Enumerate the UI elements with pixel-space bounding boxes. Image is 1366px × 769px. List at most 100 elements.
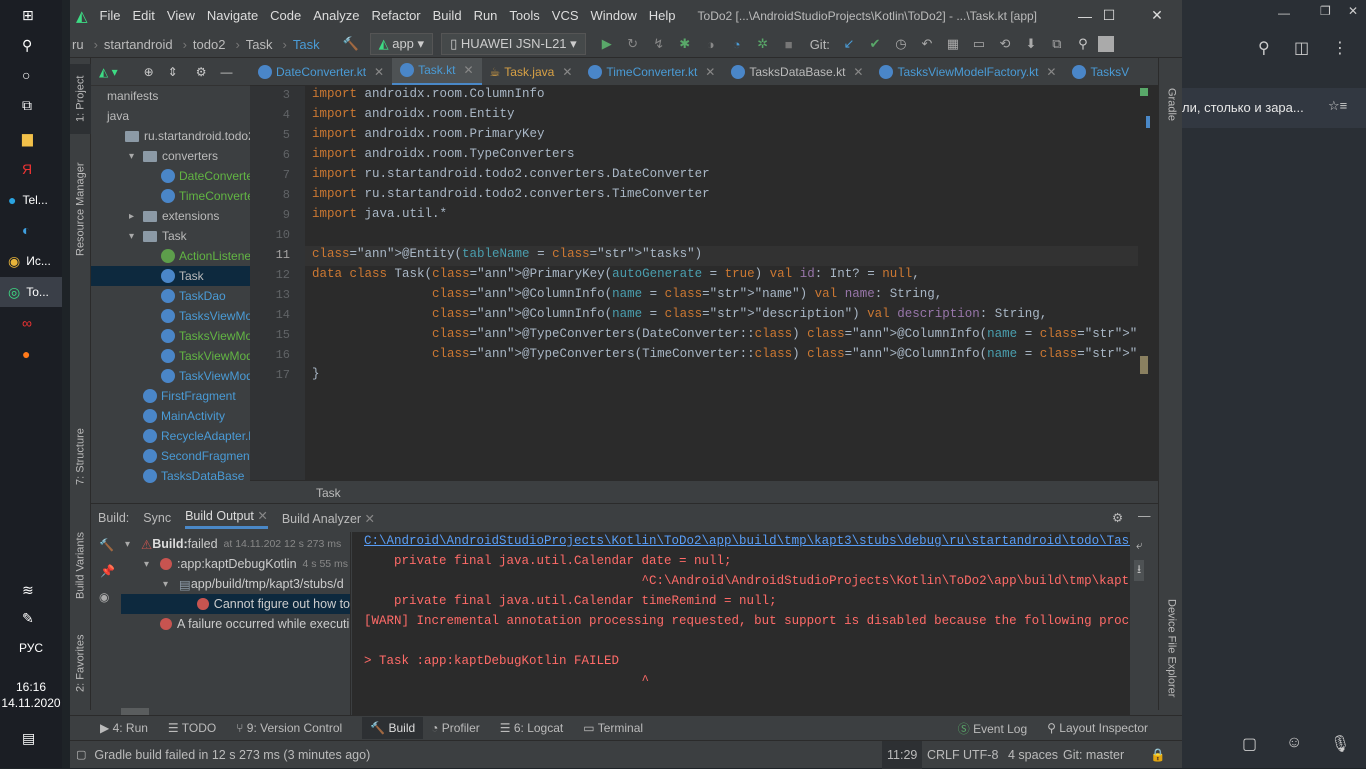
breadcrumb-item[interactable]: Task bbox=[293, 37, 320, 52]
menu-analyze[interactable]: Analyze bbox=[313, 8, 359, 23]
run-config-select[interactable]: ◭ app ▾ bbox=[369, 33, 434, 55]
build-hammer-icon[interactable]: 🔨 bbox=[99, 538, 114, 552]
tab-timeconverter-kt[interactable]: TimeConverter.kt ✕ bbox=[580, 58, 723, 85]
build-tree-item[interactable]: ▾:app:kaptDebugKotlin 4 s 55 ms bbox=[144, 554, 348, 574]
tool-layout-inspector[interactable]: ⚲ Layout Inspector bbox=[1047, 721, 1148, 735]
language-indicator[interactable]: РУС bbox=[0, 641, 62, 655]
close-button[interactable]: ✕ bbox=[1134, 0, 1180, 31]
taskbar-app-androidstudio[interactable]: ◎ To... bbox=[0, 277, 62, 307]
notifications-icon[interactable]: ▤ bbox=[0, 723, 62, 753]
tool-window-resource-manager[interactable]: Resource Manager bbox=[70, 154, 91, 264]
file-encoding[interactable]: UTF-8 bbox=[963, 741, 998, 769]
tool-todo[interactable]: ☰ TODO bbox=[168, 721, 216, 735]
sync-gradle-icon[interactable]: ⟲ bbox=[994, 33, 1016, 55]
lock-icon[interactable]: 🔒 bbox=[1150, 741, 1166, 769]
settings-gear-icon[interactable]: ⚙ bbox=[196, 65, 207, 79]
tool-terminal[interactable]: ▭ Terminal bbox=[583, 721, 643, 735]
clock-time[interactable]: 16:16 bbox=[0, 680, 62, 694]
hide-panel-icon[interactable]: — bbox=[1138, 509, 1151, 523]
search-everywhere-icon[interactable]: ⚲ bbox=[1072, 33, 1094, 55]
close-tab-icon[interactable]: ✕ bbox=[463, 63, 473, 77]
build-tree-item[interactable]: ▾ ⚠ Build: failed at 14.11.202 12 s 273 ms bbox=[125, 534, 341, 554]
code-line[interactable]: class="ann">@ColumnInfo(name = class="st… bbox=[312, 287, 942, 301]
command-icon[interactable]: ▢ bbox=[1242, 734, 1257, 754]
android-view-icon[interactable]: ◭ ▾ bbox=[99, 65, 118, 79]
chevron-down-icon[interactable]: ▾ bbox=[129, 151, 143, 162]
tool-window-gradle[interactable]: Gradle bbox=[1161, 70, 1182, 140]
eye-icon[interactable]: ◉ bbox=[99, 590, 109, 604]
hide-panel-icon[interactable]: — bbox=[220, 65, 232, 79]
maximize-button[interactable]: ☐ bbox=[1086, 0, 1132, 31]
git-update-icon[interactable]: ↙ bbox=[838, 33, 860, 55]
indent-setting[interactable]: 4 spaces bbox=[1008, 741, 1058, 769]
tab-dateconverter-kt[interactable]: DateConverter.kt ✕ bbox=[250, 58, 392, 85]
tree-item[interactable]: TaskViewModel bbox=[91, 346, 250, 366]
yandex-icon[interactable]: Я bbox=[0, 154, 62, 184]
editor-breadcrumb-label[interactable]: Task bbox=[316, 486, 341, 500]
change-marker[interactable] bbox=[1146, 116, 1150, 128]
tab-task-java[interactable]: ☕ Task.java ✕ bbox=[482, 58, 581, 85]
menu-run[interactable]: Run bbox=[474, 8, 498, 23]
menu-tools[interactable]: Tools bbox=[509, 8, 539, 23]
build-tree-item[interactable]: ▾ ▤ app/build/tmp/kapt3/stubs/d bbox=[163, 574, 344, 594]
layout-inspector-icon[interactable]: ⧉ bbox=[1046, 33, 1068, 55]
collapse-all-icon[interactable]: ⇕ bbox=[168, 65, 178, 79]
tab-tasksdatabase-kt[interactable]: TasksDataBase.kt ✕ bbox=[723, 58, 871, 85]
tree-item[interactable]: ▾ converters bbox=[91, 146, 218, 166]
settings-gear-icon[interactable]: ⚙ bbox=[1112, 510, 1123, 525]
build-hammer-icon[interactable]: 🔨 bbox=[340, 33, 362, 55]
code-line[interactable]: import androidx.room.ColumnInfo bbox=[312, 87, 545, 101]
tree-item[interactable]: TasksViewModelFac bbox=[91, 326, 250, 346]
tool-profiler[interactable]: ◔ Profiler bbox=[431, 721, 480, 735]
close-tab-icon[interactable]: ✕ bbox=[374, 65, 384, 79]
apply-code-changes-icon[interactable]: ↯ bbox=[648, 33, 670, 55]
tree-item[interactable]: FirstFragment bbox=[91, 386, 236, 406]
close-tab-icon[interactable]: ✕ bbox=[365, 512, 375, 526]
menu-refactor[interactable]: Refactor bbox=[372, 8, 421, 23]
tree-item[interactable]: TasksViewModel bbox=[91, 306, 250, 326]
status-message[interactable]: Gradle build failed in 12 s 273 ms (3 mi… bbox=[94, 748, 370, 762]
wifi-icon[interactable]: ≋ bbox=[0, 575, 62, 605]
code-line[interactable]: import androidx.room.PrimaryKey bbox=[312, 127, 545, 141]
git-history-icon[interactable]: ◷ bbox=[890, 33, 912, 55]
tool-run[interactable]: ▶ 4: Run bbox=[100, 721, 148, 735]
chevron-down-icon[interactable]: ▾ bbox=[129, 231, 143, 242]
breadcrumb-item[interactable]: Task bbox=[246, 37, 273, 52]
tree-item[interactable]: MainActivity bbox=[91, 406, 225, 426]
inspection-status-icon[interactable] bbox=[1140, 88, 1148, 96]
breadcrumb-item[interactable]: todo2 bbox=[193, 37, 226, 52]
edge-icon[interactable]: ◐ bbox=[0, 215, 62, 245]
line-separator[interactable]: CRLF bbox=[927, 741, 960, 769]
code-line[interactable]: data class Task(class="ann">@PrimaryKey(… bbox=[312, 267, 920, 281]
output-link[interactable]: C:\Android\AndroidStudioProjects\Kotlin\… bbox=[364, 534, 1130, 548]
clock-date[interactable]: 14.11.2020 bbox=[0, 696, 62, 710]
tab-build-analyzer[interactable]: Build Analyzer ✕ bbox=[282, 511, 375, 526]
project-structure-icon[interactable]: ▦ bbox=[942, 33, 964, 55]
tree-item[interactable]: TasksDataBase bbox=[91, 466, 244, 486]
menu-edit[interactable]: Edit bbox=[133, 8, 155, 23]
account-icon[interactable] bbox=[1097, 36, 1114, 52]
chevron-right-icon[interactable]: ▸ bbox=[129, 211, 143, 222]
menu-vcs[interactable]: VCS bbox=[552, 8, 579, 23]
attach-debugger-icon[interactable]: ✲ bbox=[752, 33, 774, 55]
menu-navigate[interactable]: Navigate bbox=[207, 8, 258, 23]
scroll-to-end-icon[interactable]: ⭳ bbox=[1134, 560, 1145, 581]
pin-icon[interactable]: 📌 bbox=[100, 564, 115, 578]
debug-icon[interactable]: ✱ bbox=[674, 33, 696, 55]
taskbar-app-telegram[interactable]: ● Tel... bbox=[0, 185, 62, 215]
close-tab-icon[interactable]: ✕ bbox=[562, 65, 572, 79]
breadcrumb-item[interactable]: startandroid bbox=[104, 37, 173, 52]
pen-icon[interactable]: ✎ bbox=[0, 603, 62, 633]
apply-changes-icon[interactable]: ↻ bbox=[622, 33, 644, 55]
menu-window[interactable]: Window bbox=[591, 8, 637, 23]
sidebar-toggle-icon[interactable]: ◫ bbox=[1294, 38, 1309, 58]
tool-window-device-file-explorer[interactable]: Device File Explorer bbox=[1161, 588, 1182, 708]
tool-window-favorites[interactable]: 2: Favorites bbox=[70, 630, 91, 696]
close-tab-icon[interactable]: ✕ bbox=[705, 65, 715, 79]
breadcrumb-item[interactable]: ru bbox=[72, 37, 84, 52]
media-icon[interactable]: ∞ bbox=[0, 308, 62, 338]
search-icon[interactable]: ⚲ bbox=[1258, 38, 1270, 58]
code-line[interactable]: class="ann">@ColumnInfo(name = class="st… bbox=[312, 307, 1047, 321]
tree-item[interactable]: TaskDao bbox=[91, 286, 226, 306]
emoji-icon[interactable]: ☺ bbox=[1286, 734, 1302, 752]
